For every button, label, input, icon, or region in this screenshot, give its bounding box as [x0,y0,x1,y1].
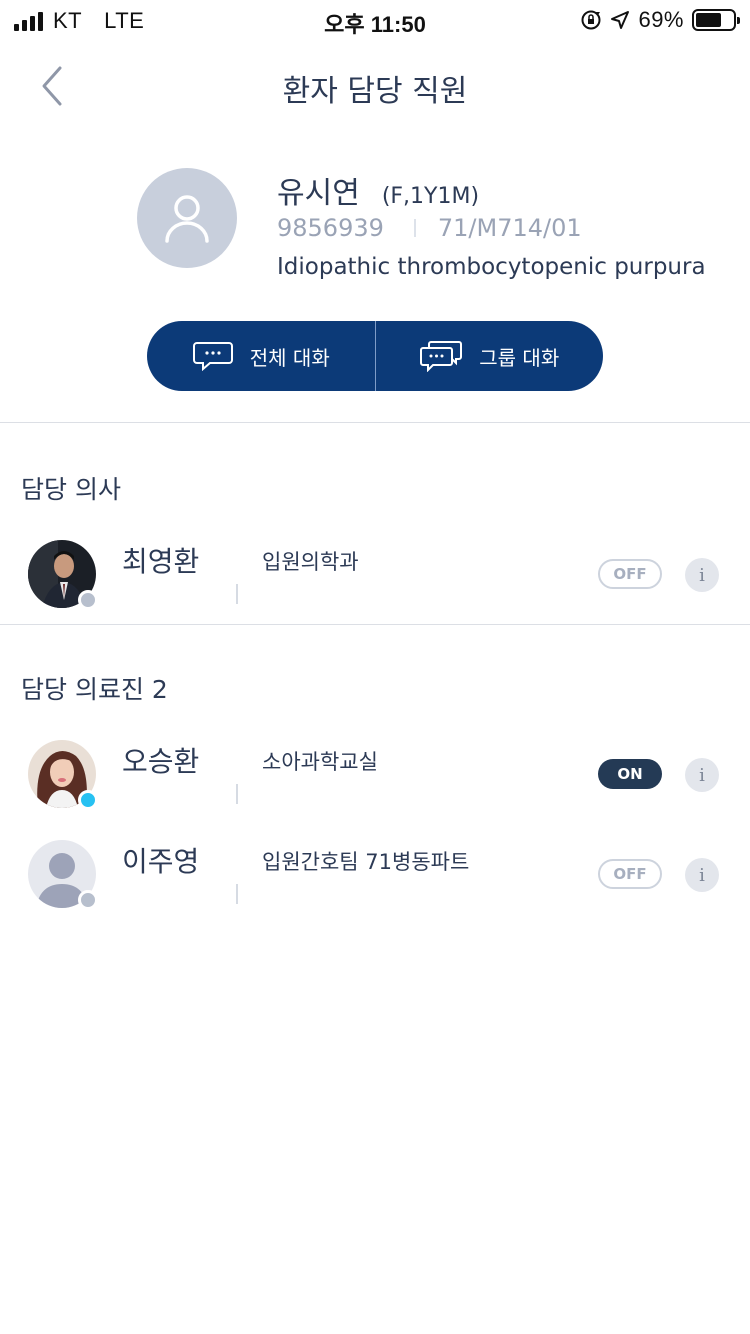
status-bar: KT LTE 오후 11:50 69% [0,0,750,40]
battery-icon [692,9,740,31]
status-dot-offline [78,890,98,910]
patient-diagnosis: Idiopathic thrombocytopenic purpura [277,254,706,280]
staff-row-doctor: 최영환 입원의학과 OFF i [0,540,750,620]
avatar [28,740,98,810]
location-arrow-icon [611,11,630,29]
info-button[interactable]: i [685,758,719,792]
page-title: 환자 담당 직원 [282,74,468,109]
patient-avatar [137,168,237,268]
all-chat-button[interactable]: 전체 대화 [147,321,375,391]
divider [236,584,238,604]
info-icon: i [699,864,705,886]
staff-department: 입원간호팀 71병동파트 [262,850,470,874]
staff-name: 오승환 [122,745,200,778]
nav-bar: 환자 담당 직원 [0,44,750,128]
staff-department: 입원의학과 [262,550,359,574]
group-chat-label: 그룹 대화 [479,345,560,370]
divider [236,884,238,904]
staff-name: 최영환 [122,545,200,578]
notification-toggle[interactable]: ON [598,759,662,789]
orientation-lock-icon [581,10,601,30]
info-button[interactable]: i [685,558,719,592]
battery-fill [696,13,721,27]
notification-toggle[interactable]: OFF [598,859,662,889]
chat-button-group: 전체 대화 그룹 대화 [147,321,603,391]
chat-bubble-icon [192,342,233,371]
section-divider [0,422,750,423]
patient-name-row: 유시연 (F,1Y1M) [277,168,479,212]
status-right: 69% [580,7,740,33]
avatar [28,840,98,910]
staff-row-medical-1: 오승환 소아과학교실 ON i [0,740,750,820]
info-icon: i [699,764,705,786]
patient-room: 71/M714/01 [437,214,582,242]
group-chat-icon [420,341,463,372]
all-chat-label: 전체 대화 [249,345,330,370]
avatar [28,540,98,610]
patient-id: 9856939 [277,214,384,242]
info-icon: i [699,564,705,586]
info-button[interactable]: i [685,858,719,892]
notification-toggle[interactable]: OFF [598,559,662,589]
battery-percent: 69% [638,7,684,32]
patient-name: 유시연 [277,176,360,211]
staff-row-medical-2: 이주영 입원간호팀 71병동파트 OFF i [0,840,750,920]
status-dot-online [78,790,98,810]
patient-id-row: 9856939 71/M714/01 [277,214,582,242]
doctor-section-title: 담당 의사 [21,475,121,504]
user-icon [165,195,209,243]
divider [413,219,416,237]
group-chat-button[interactable]: 그룹 대화 [374,321,604,391]
staff-name: 이주영 [122,845,200,878]
medical-section-title: 담당 의료진 2 [21,675,168,704]
section-divider [0,624,750,625]
patient-meta: (F,1Y1M) [381,184,480,209]
staff-department: 소아과학교실 [262,750,378,774]
status-dot-offline [78,590,98,610]
divider [236,784,238,804]
